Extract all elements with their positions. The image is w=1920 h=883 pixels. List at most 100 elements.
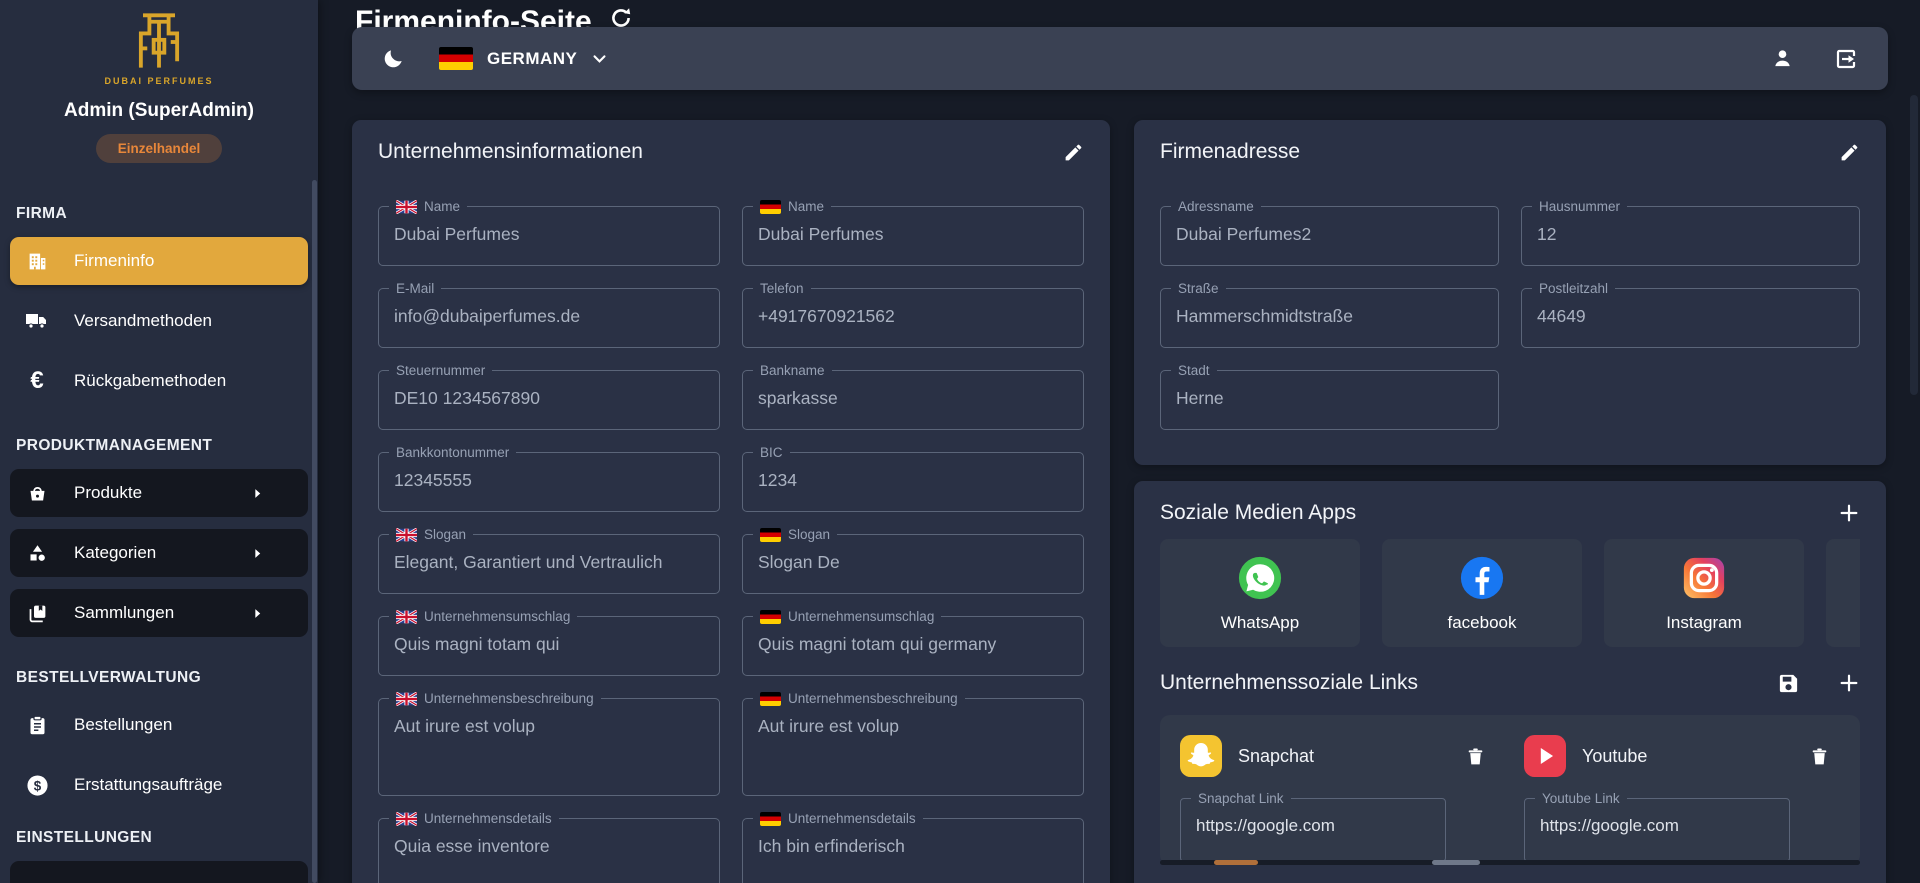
sidebar-item-kategorien[interactable]: Kategorien xyxy=(10,529,308,577)
field-e-mail[interactable]: E-Mailinfo@dubaiperfumes.de xyxy=(378,288,720,348)
field-label: Name xyxy=(753,197,831,217)
field-label-text: Slogan xyxy=(424,525,466,545)
hscroll-thumb-orange[interactable] xyxy=(1214,860,1258,865)
sidebar-item-label: Produkte xyxy=(74,483,142,503)
sidebar: DUBAI PERFUMES Admin (SuperAdmin) Einzel… xyxy=(0,0,318,883)
field-unternehmensumschlag-de[interactable]: UnternehmensumschlagQuis magni totam qui… xyxy=(742,616,1084,676)
field-unternehmensdetails-uk[interactable]: UnternehmensdetailsQuia esse inventore xyxy=(378,818,720,883)
trash-icon xyxy=(1809,746,1830,767)
field-bankname[interactable]: Banknamesparkasse xyxy=(742,370,1084,430)
field-label: Unternehmensdetails xyxy=(389,809,559,829)
delete-snapchat-button[interactable] xyxy=(1465,746,1486,767)
field-label: Slogan xyxy=(389,525,473,545)
field-label: Snapchat Link xyxy=(1191,789,1291,809)
save-links-button[interactable] xyxy=(1777,672,1800,695)
field-value: 1234 xyxy=(743,453,1083,491)
field-steuernummer[interactable]: SteuernummerDE10 1234567890 xyxy=(378,370,720,430)
field-stadt[interactable]: StadtHerne xyxy=(1160,370,1499,430)
sidebar-item-firmeninfo[interactable]: Firmeninfo xyxy=(10,237,308,285)
field-label-text: Bankkontonummer xyxy=(396,443,509,463)
sidebar-item-sammlungen[interactable]: Sammlungen xyxy=(10,589,308,637)
field-label-text: Unternehmensumschlag xyxy=(788,607,934,627)
input-youtube-link[interactable]: Youtube Linkhttps://google.com xyxy=(1524,798,1790,862)
theme-toggle-button[interactable] xyxy=(382,47,405,70)
trash-icon xyxy=(1465,746,1486,767)
edit-company-info-button[interactable] xyxy=(1063,142,1084,163)
input-snapchat-link[interactable]: Snapchat Linkhttps://google.com xyxy=(1180,798,1446,862)
sidebar-item-partial[interactable] xyxy=(10,861,308,883)
delete-youtube-button[interactable] xyxy=(1809,746,1830,767)
field-label: Steuernummer xyxy=(389,361,492,381)
pencil-icon xyxy=(1839,142,1860,163)
links-hscrollbar[interactable] xyxy=(1160,860,1860,865)
add-social-link-button[interactable] xyxy=(1838,672,1860,694)
topbar: GERMANY xyxy=(352,27,1888,90)
field-name-de[interactable]: NameDubai Perfumes xyxy=(742,206,1084,266)
language-selector[interactable]: GERMANY xyxy=(439,47,608,70)
field-label: Unternehmensbeschreibung xyxy=(753,689,965,709)
field-unternehmensbeschreibung-uk[interactable]: UnternehmensbeschreibungAut irure est vo… xyxy=(378,698,720,796)
field-label: Slogan xyxy=(753,525,837,545)
field-adressname[interactable]: AdressnameDubai Perfumes2 xyxy=(1160,206,1499,266)
field-hausnummer[interactable]: Hausnummer12 xyxy=(1521,206,1860,266)
field-name-uk[interactable]: NameDubai Perfumes xyxy=(378,206,720,266)
sidebar-section-label-firma: FIRMA xyxy=(16,205,318,223)
field-unternehmensbeschreibung-de[interactable]: UnternehmensbeschreibungAut irure est vo… xyxy=(742,698,1084,796)
hscroll-thumb-grey[interactable] xyxy=(1432,860,1480,865)
germany-flag-icon xyxy=(760,200,781,214)
euro-icon: € xyxy=(22,369,52,393)
edit-address-button[interactable] xyxy=(1839,142,1860,163)
logout-button[interactable] xyxy=(1834,47,1858,71)
social-link-name: Youtube xyxy=(1582,746,1647,767)
field-label-text: Slogan xyxy=(788,525,830,545)
field-label: Straße xyxy=(1171,279,1226,299)
field-bic[interactable]: BIC1234 xyxy=(742,452,1084,512)
field-unternehmensumschlag-uk[interactable]: UnternehmensumschlagQuis magni totam qui xyxy=(378,616,720,676)
social-app-tile-whatsapp[interactable]: WhatsApp xyxy=(1160,539,1360,647)
field-label: Unternehmensumschlag xyxy=(753,607,941,627)
company-info-title: Unternehmensinformationen xyxy=(378,140,643,164)
germany-flag-icon xyxy=(760,692,781,706)
add-social-app-button[interactable] xyxy=(1838,502,1860,524)
field-label-text: Stadt xyxy=(1178,361,1210,381)
field-unternehmensdetails-de[interactable]: UnternehmensdetailsIch bin erfinderisch xyxy=(742,818,1084,883)
logout-icon xyxy=(1834,47,1858,71)
sidebar-item-bestellungen[interactable]: Bestellungen xyxy=(10,701,308,749)
field-label: Youtube Link xyxy=(1535,789,1627,809)
sidebar-scrollbar[interactable] xyxy=(312,180,317,883)
field-label-text: Name xyxy=(788,197,824,217)
plus-icon xyxy=(1838,502,1860,524)
content: Unternehmensinformationen NameDubai Perf… xyxy=(352,120,1888,883)
social-app-tile-instagram[interactable]: Instagram xyxy=(1604,539,1804,647)
sidebar-item-produkte[interactable]: Produkte xyxy=(10,469,308,517)
logo-caption: DUBAI PERFUMES xyxy=(104,76,213,86)
sidebar-item-versandmethoden[interactable]: Versandmethoden xyxy=(10,297,308,345)
germany-flag-icon xyxy=(760,528,781,542)
field-stra-e[interactable]: StraßeHammerschmidtstraße xyxy=(1160,288,1499,348)
field-label-text: Telefon xyxy=(760,279,804,299)
field-label: Bankkontonummer xyxy=(389,443,516,463)
social-app-tile-youtube[interactable]: Youtube xyxy=(1826,539,1860,647)
language-label: GERMANY xyxy=(487,49,577,69)
clipboard-icon xyxy=(22,715,52,736)
company-address-card: Firmenadresse AdressnameDubai Perfumes2H… xyxy=(1134,120,1886,465)
field-telefon[interactable]: Telefon+4917670921562 xyxy=(742,288,1084,348)
shapes-icon xyxy=(22,543,52,564)
social-link-name: Snapchat xyxy=(1238,746,1314,767)
profile-button[interactable] xyxy=(1771,47,1794,70)
social-app-label: WhatsApp xyxy=(1221,613,1299,633)
social-app-tile-facebook[interactable]: facebook xyxy=(1382,539,1582,647)
field-postleitzahl[interactable]: Postleitzahl44649 xyxy=(1521,288,1860,348)
field-label-text: BIC xyxy=(760,443,783,463)
sidebar-item-r-ckgabemethoden[interactable]: €Rückgabemethoden xyxy=(10,357,308,405)
page-scrollbar[interactable] xyxy=(1910,95,1918,395)
chevron-right-icon xyxy=(242,607,272,620)
field-bankkontonummer[interactable]: Bankkontonummer12345555 xyxy=(378,452,720,512)
field-label: BIC xyxy=(753,443,790,463)
germany-flag-icon xyxy=(439,47,473,70)
plus-icon xyxy=(1838,672,1860,694)
sidebar-item-erstattungsauftr-ge[interactable]: $Erstattungsaufträge xyxy=(10,761,308,809)
field-label: E-Mail xyxy=(389,279,441,299)
field-slogan-uk[interactable]: SloganElegant, Garantiert und Vertraulic… xyxy=(378,534,720,594)
field-slogan-de[interactable]: SloganSlogan De xyxy=(742,534,1084,594)
